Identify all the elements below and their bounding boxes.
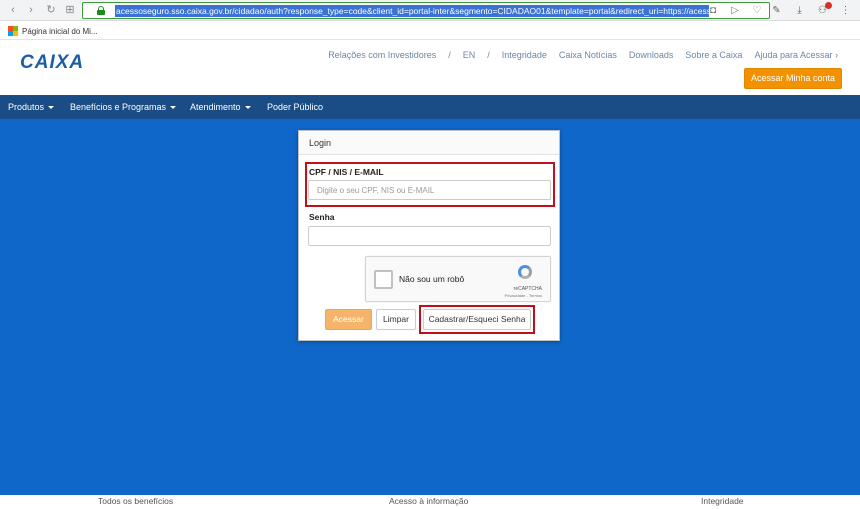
windows-logo-icon xyxy=(8,26,18,36)
screenshot-icon[interactable]: ◘ xyxy=(707,4,719,18)
password-input[interactable] xyxy=(308,226,551,246)
link-separator: / xyxy=(487,50,490,60)
recaptcha-links[interactable]: Privacidade - Termos xyxy=(505,293,543,298)
link-english[interactable]: EN xyxy=(463,50,476,60)
footer-link-acesso-informacao[interactable]: Acesso à informação xyxy=(389,496,468,506)
caret-down-icon xyxy=(48,106,55,110)
nav-beneficios[interactable]: Benefícios e Programas xyxy=(70,95,177,119)
recaptcha-label: Não sou um robô xyxy=(399,274,465,284)
login-panel: Login CPF / NIS / E-MAIL Senha Não sou u… xyxy=(298,130,560,341)
login-title: Login xyxy=(299,131,559,155)
address-bar[interactable]: acessoseguro.sso.caixa.gov.br/cidadao/au… xyxy=(82,2,770,19)
link-downloads[interactable]: Downloads xyxy=(629,50,674,60)
bookmark-label: Página inicial do Mi... xyxy=(22,26,98,36)
nav-atendimento[interactable]: Atendimento xyxy=(190,95,251,119)
bookmark-item[interactable]: Página inicial do Mi... xyxy=(8,25,98,37)
forward-icon[interactable]: › xyxy=(24,3,38,17)
caret-down-icon xyxy=(244,106,251,110)
enter-button[interactable]: Acessar xyxy=(325,309,372,330)
link-ajuda[interactable]: Ajuda para Acessar › xyxy=(754,50,838,60)
footer-link-integridade[interactable]: Integridade xyxy=(701,496,744,506)
main-nav: Produtos Benefícios e Programas Atendime… xyxy=(0,95,860,119)
download-icon[interactable]: ⤓ xyxy=(793,4,806,18)
link-integridade[interactable]: Integridade xyxy=(502,50,547,60)
clear-button[interactable]: Limpar xyxy=(376,309,416,330)
back-icon[interactable]: ‹ xyxy=(6,3,20,17)
send-icon[interactable]: ▷ xyxy=(729,4,741,18)
link-noticias[interactable]: Caixa Notícias xyxy=(559,50,617,60)
bookmarks-bar: Página inicial do Mi... xyxy=(0,22,860,40)
apps-icon[interactable]: ⊞ xyxy=(63,3,77,17)
recaptcha-widget: Não sou um robô reCAPTCHA Privacidade - … xyxy=(365,256,551,302)
reload-icon[interactable]: ↻ xyxy=(44,3,58,17)
recaptcha-logo-icon xyxy=(516,263,536,281)
cpf-input[interactable] xyxy=(308,180,551,200)
recaptcha-brand: reCAPTCHA xyxy=(513,286,542,292)
profile-icon[interactable]: ⚇ xyxy=(816,1,832,18)
cpf-label: CPF / NIS / E-MAIL xyxy=(309,167,384,177)
notification-badge xyxy=(825,1,832,9)
link-sobre[interactable]: Sobre a Caixa xyxy=(685,50,742,60)
footer-link-beneficios[interactable]: Todos os benefícios xyxy=(98,496,173,506)
browser-toolbar: ‹ › ↻ ⊞ acessoseguro.sso.caixa.gov.br/ci… xyxy=(0,0,860,21)
password-label: Senha xyxy=(309,212,335,222)
top-links: Relações com Investidores / EN / Integri… xyxy=(328,50,838,60)
caret-down-icon xyxy=(170,106,177,110)
url-text[interactable]: acessoseguro.sso.caixa.gov.br/cidadao/au… xyxy=(115,5,709,17)
caixa-logo[interactable]: CAIXA xyxy=(20,52,84,74)
register-button[interactable]: Cadastrar/Esqueci Senha xyxy=(423,309,531,330)
nav-poder-publico[interactable]: Poder Público xyxy=(267,95,323,119)
site-header: CAIXA Relações com Investidores / EN / I… xyxy=(0,41,860,95)
access-account-button[interactable]: Acessar Minha conta xyxy=(744,68,842,89)
nav-produtos[interactable]: Produtos xyxy=(8,95,55,119)
link-separator: / xyxy=(448,50,451,60)
menu-icon[interactable]: ⋮ xyxy=(839,4,852,18)
footer: Todos os benefícios Acesso à informação … xyxy=(0,495,860,509)
recaptcha-checkbox[interactable] xyxy=(374,270,393,289)
link-investidores[interactable]: Relações com Investidores xyxy=(328,50,436,60)
favorite-icon[interactable]: ♡ xyxy=(751,4,763,18)
extension-icon[interactable]: ✎ xyxy=(770,4,783,18)
lock-icon xyxy=(97,6,105,15)
